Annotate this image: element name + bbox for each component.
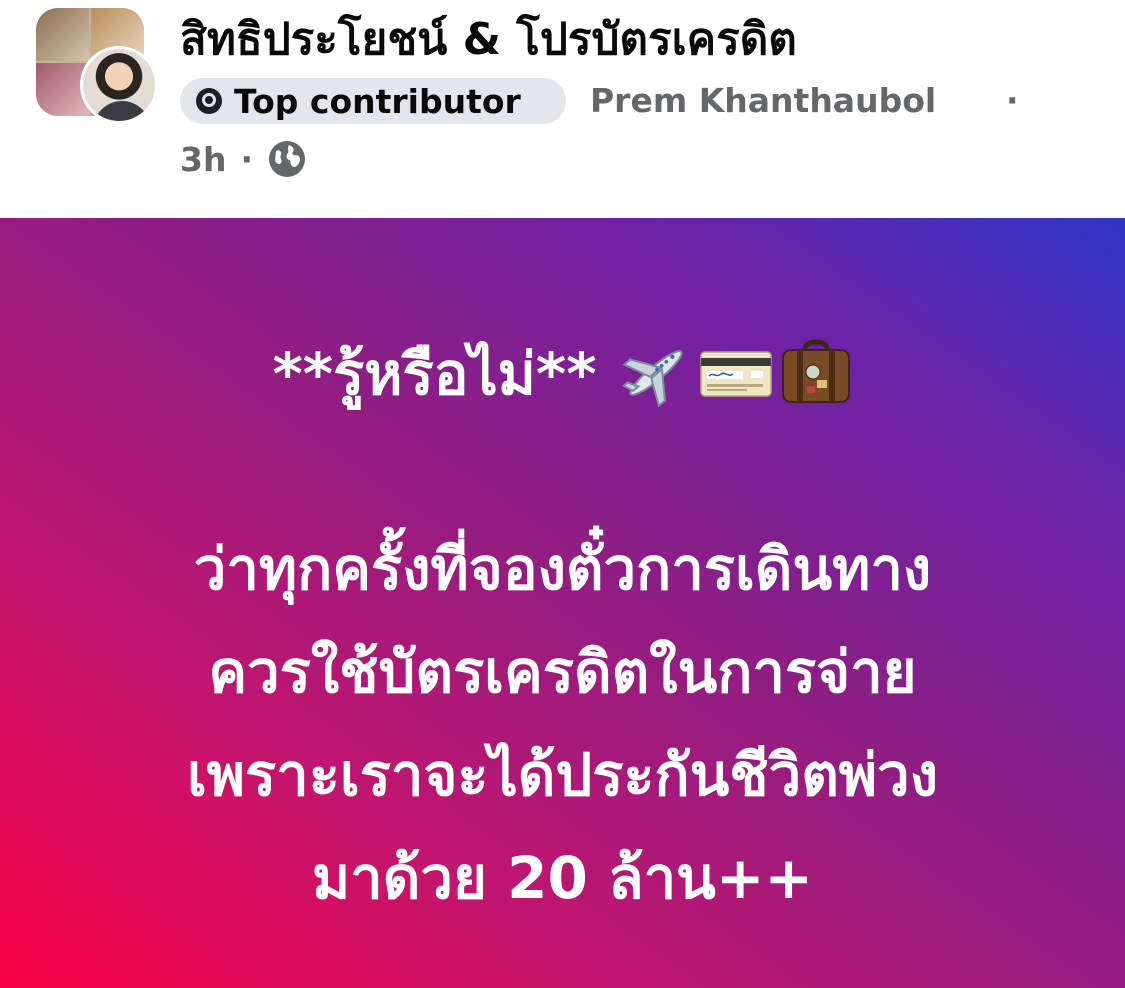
credit-card-emoji	[699, 351, 772, 397]
avatar-shoulders	[93, 101, 151, 121]
post-meta: 3h ·	[180, 136, 307, 182]
badge-label: Top contributor	[234, 81, 521, 121]
post-text-background[interactable]: **รู้หรือไม่** ว่าทุกครั้งที่จองตั๋วการเ…	[0, 218, 1125, 988]
group-avatar-tile	[36, 8, 89, 61]
post-header: สิทธิประโยชน์ & โปรบัตรเครดิต Top contri…	[0, 0, 1125, 218]
luggage-emoji	[781, 339, 850, 403]
headline-row: **รู้หรือไม่**	[0, 318, 1125, 428]
post-timestamp[interactable]: 3h	[180, 140, 226, 179]
airplane-emoji	[621, 350, 683, 408]
group-name-link[interactable]: สิทธิประโยชน์ & โปรบัตรเครดิต	[180, 10, 797, 70]
user-avatar[interactable]	[80, 46, 158, 124]
award-icon	[196, 88, 222, 114]
avatar-stack[interactable]	[36, 8, 158, 124]
globe-icon[interactable]	[267, 139, 307, 179]
author-name-link[interactable]: Prem Khanthaubol	[590, 78, 936, 124]
post-text: ว่าทุกครั้งที่จองตั๋วการเดินทาง ควรใช้บั…	[0, 518, 1125, 930]
top-contributor-badge[interactable]: Top contributor	[180, 78, 566, 124]
meta-separator: ·	[240, 139, 254, 179]
emoji-row	[619, 336, 853, 410]
meta-separator: ·	[1006, 81, 1019, 120]
post-text-line: ควรใช้บัตรเครดิตในการจ่าย	[208, 638, 917, 706]
post-text-line: ว่าทุกครั้งที่จองตั๋วการเดินทาง	[193, 535, 932, 603]
headline: **รู้หรือไม่**	[272, 339, 597, 408]
post-text-line: เพราะเราจะได้ประกันชีวิตพ่วง	[186, 741, 939, 809]
post-text-line: มาด้วย 20 ล้าน++	[311, 844, 814, 912]
